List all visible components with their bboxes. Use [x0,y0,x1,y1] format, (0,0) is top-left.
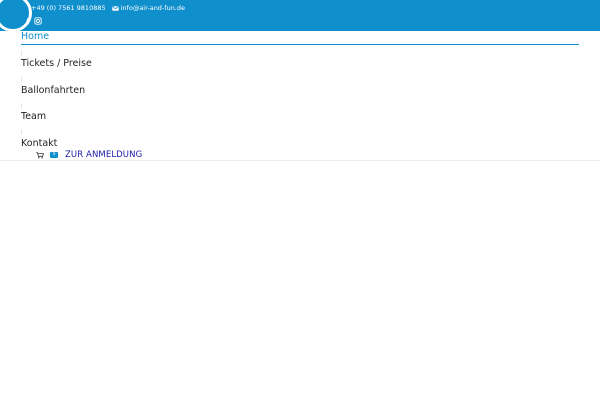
top-bar: +49 (0) 7561 9810885 info@air-and-fun.de [0,0,600,32]
nav-divider [21,129,22,135]
nav-item-team[interactable]: Team [21,111,46,122]
nav-divider [21,50,22,56]
cart-icon[interactable] [36,151,44,159]
header-divider [0,160,600,161]
social-icons [24,16,42,26]
nav-item-ballonfahrten[interactable]: Ballonfahrten [21,85,85,96]
email-group[interactable]: info@air-and-fun.de [111,4,185,12]
active-underline [21,44,579,45]
nav-divider [21,103,22,109]
cart-area: 0 ZUR ANMELDUNG [36,150,142,160]
phone-number[interactable]: +49 (0) 7561 9810885 [31,4,106,12]
nav-item-kontakt[interactable]: Kontakt [21,138,57,149]
nav-item-tickets[interactable]: Tickets / Preise [21,58,92,69]
registration-link[interactable]: ZUR ANMELDUNG [65,150,142,160]
instagram-icon[interactable] [34,17,42,25]
email-address: info@air-and-fun.de [120,4,185,12]
nav-item-home[interactable]: Home [21,31,49,42]
mail-icon [111,5,119,11]
facebook-icon[interactable] [24,17,32,25]
cart-count-badge: 0 [50,152,58,158]
nav-divider [21,76,22,82]
contact-info: +49 (0) 7561 9810885 info@air-and-fun.de [31,3,185,13]
